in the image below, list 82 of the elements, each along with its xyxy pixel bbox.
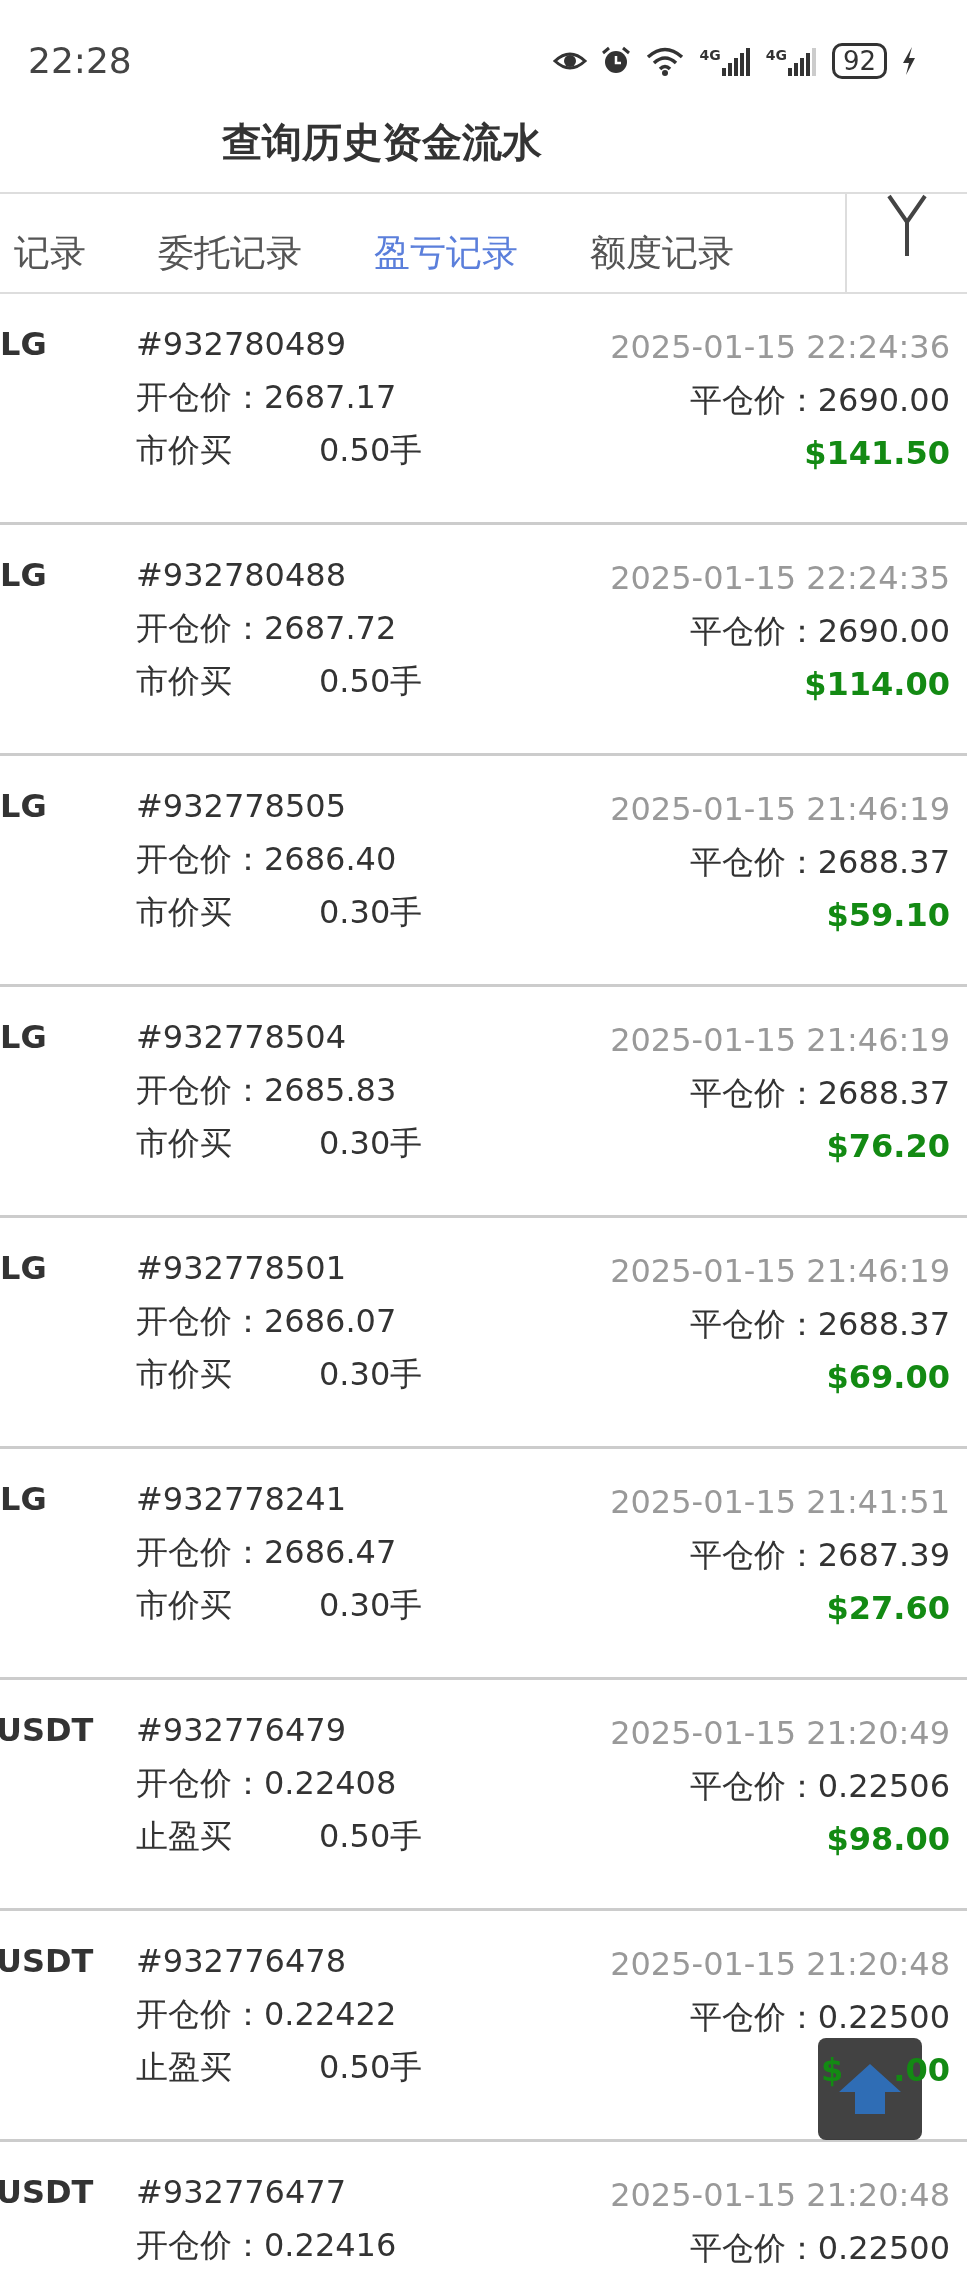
close-price: 平仓价：2690.00 — [689, 384, 950, 416]
signal-bars-icon — [787, 46, 818, 76]
symbol-label: LG — [0, 1021, 47, 1053]
lot-size: 0.30手 — [319, 1358, 423, 1390]
close-price: 平仓价：0.22500 — [689, 2001, 950, 2033]
network-type-label: 4G — [699, 48, 721, 62]
open-price: 开仓价：2687.72 — [136, 612, 398, 644]
open-price: 开仓价：2686.47 — [136, 1536, 398, 1568]
page-title: 查询历史资金流水 — [221, 122, 543, 167]
close-time: 2025-01-15 21:46:19 — [610, 1255, 950, 1287]
profit-amount: $76.20 — [826, 1130, 950, 1162]
order-id: #932778504 — [136, 1021, 348, 1053]
profit-amount: $98.00 — [826, 1823, 950, 1855]
close-price: 平仓价：2690.00 — [689, 615, 950, 647]
close-time: 2025-01-15 21:20:48 — [610, 1948, 950, 1980]
eye-icon — [553, 50, 588, 72]
symbol-label: LG — [0, 328, 47, 360]
symbol-label: LG — [0, 1483, 47, 1515]
filter-button[interactable] — [887, 194, 927, 256]
profit-amount: $114.00 — [804, 668, 950, 700]
open-price: 开仓价：2685.83 — [136, 1074, 398, 1106]
close-price: 平仓价：2687.39 — [689, 1539, 950, 1571]
profit-amount: $ — [821, 2054, 844, 2086]
order-id: #932778505 — [136, 790, 348, 822]
order-id: #932776479 — [136, 1714, 348, 1746]
close-price: 平仓价：0.22500 — [689, 2232, 950, 2264]
order-type: 市价买 — [136, 665, 233, 697]
close-price: 平仓价：2688.37 — [689, 846, 950, 878]
order-type: 市价买 — [136, 1589, 233, 1621]
network-type-label: 4G — [765, 48, 787, 62]
symbol-label: LG — [0, 559, 47, 591]
close-time: 2025-01-15 21:20:49 — [610, 1717, 950, 1749]
close-price: 平仓价：2688.37 — [689, 1308, 950, 1340]
battery-level: 92 — [831, 43, 887, 79]
tab[interactable]: 委托记录 — [158, 214, 302, 292]
tab[interactable]: 记录 — [14, 214, 86, 292]
profit-amount: $141.50 — [804, 437, 950, 469]
close-time: 2025-01-15 21:20:48 — [610, 2179, 950, 2211]
order-id: #932778501 — [136, 1252, 348, 1284]
lot-size: 0.30手 — [319, 896, 423, 928]
open-price: 开仓价：2686.07 — [136, 1305, 398, 1337]
lot-size: 0.50手 — [319, 434, 423, 466]
open-price: 开仓价：2687.17 — [136, 381, 398, 413]
signal-bars-icon — [721, 46, 752, 76]
open-price: 开仓价：0.22416 — [136, 2229, 397, 2261]
open-price: 开仓价：0.22408 — [136, 1767, 398, 1799]
close-price: 平仓价：2688.37 — [689, 1077, 950, 1109]
order-type: 市价买 — [136, 1358, 233, 1390]
order-type: 止盈买 — [136, 2051, 233, 2083]
close-time: 2025-01-15 22:24:36 — [610, 331, 950, 363]
symbol-label: LG — [0, 1252, 47, 1284]
order-type: 市价买 — [136, 434, 233, 466]
symbol-label: LG — [0, 790, 47, 822]
open-price: 开仓价：0.22422 — [136, 1998, 398, 2030]
order-id: #932776477 — [136, 2176, 348, 2208]
close-time: 2025-01-15 21:41:51 — [610, 1486, 950, 1518]
order-id: #932776478 — [136, 1945, 348, 1977]
order-id: #932780488 — [136, 559, 348, 591]
order-id: #932780489 — [136, 328, 348, 360]
wifi-icon — [645, 46, 686, 76]
order-type: 市价买 — [136, 1127, 233, 1159]
lot-size: 0.30手 — [319, 1127, 423, 1159]
order-type: 止盈买 — [136, 1820, 233, 1852]
lot-size: 0.30手 — [319, 1589, 423, 1621]
alarm-clock-icon — [601, 46, 632, 76]
lot-size: 0.50手 — [319, 1820, 423, 1852]
close-time: 2025-01-15 22:24:35 — [610, 562, 950, 594]
profit-amount: $69.00 — [826, 1361, 950, 1393]
tab[interactable]: 盈亏记录 — [374, 214, 518, 292]
order-type: 市价买 — [136, 896, 233, 928]
close-time: 2025-01-15 21:46:19 — [610, 793, 950, 825]
profit-amount: $59.10 — [826, 899, 950, 931]
lot-size: 0.50手 — [319, 665, 423, 697]
filter-icon — [887, 194, 927, 256]
close-price: 平仓价：0.22506 — [689, 1770, 950, 1802]
tab[interactable]: 额度记录 — [590, 214, 734, 292]
status-time: 22:28 — [28, 39, 132, 83]
order-id: #932778241 — [136, 1483, 348, 1515]
lot-size: 0.50手 — [319, 2051, 423, 2083]
close-time: 2025-01-15 21:46:19 — [610, 1024, 950, 1056]
profit-amount: $27.60 — [826, 1592, 950, 1624]
open-price: 开仓价：2686.40 — [136, 843, 398, 875]
